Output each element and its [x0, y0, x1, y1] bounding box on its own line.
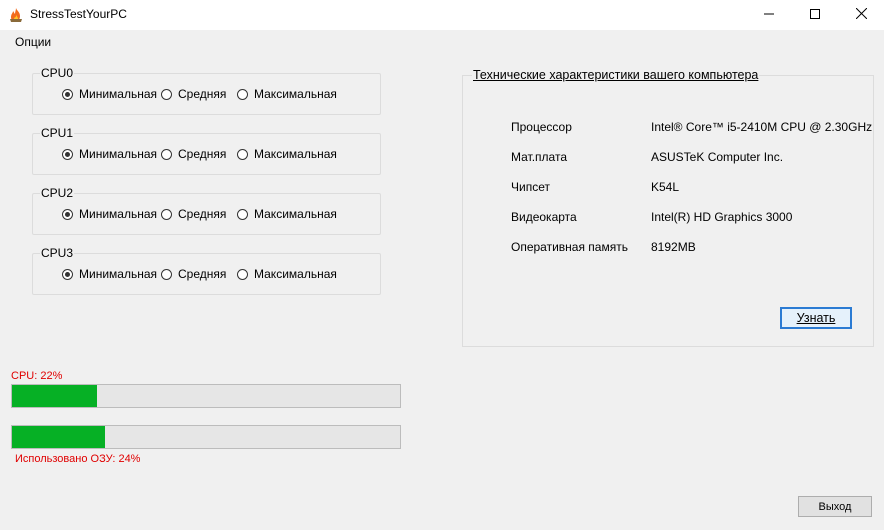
close-button[interactable] — [838, 0, 884, 30]
cpu3-radio-mid[interactable]: Средняя — [161, 267, 226, 281]
cpu3-radio-min[interactable]: Минимальная — [62, 267, 157, 281]
cpu0-group: CPU0 Минимальная Средняя Максимальная — [32, 67, 381, 115]
radio-label: Средняя — [178, 267, 227, 281]
cpu2-radio-max[interactable]: Максимальная — [237, 207, 337, 221]
radio-icon — [161, 148, 172, 160]
cpu-usage-label: CPU: 22% — [11, 370, 63, 382]
exit-button[interactable]: Выход — [798, 496, 872, 517]
radio-icon — [161, 208, 172, 220]
radio-label: Средняя — [178, 87, 227, 101]
flame-icon — [8, 7, 24, 23]
radio-label: Средняя — [178, 147, 227, 161]
specs-panel: Технические характеристики вашего компью… — [462, 68, 874, 347]
cpu0-radio-mid[interactable]: Средняя — [161, 87, 226, 101]
learn-button[interactable]: Узнать — [780, 307, 852, 329]
spec-label-motherboard: Мат.плата — [511, 150, 567, 164]
spec-label-cpu: Процессор — [511, 120, 572, 134]
cpu2-label: CPU2 — [40, 186, 75, 200]
cpu1-radio-max[interactable]: Максимальная — [237, 147, 337, 161]
radio-icon — [237, 148, 248, 160]
window-title: StressTestYourPC — [30, 7, 127, 21]
radio-label: Максимальная — [254, 87, 337, 101]
cpu2-radio-mid[interactable]: Средняя — [161, 207, 226, 221]
spec-value-motherboard: ASUSTeK Computer Inc. — [651, 150, 784, 164]
radio-label: Минимальная — [79, 87, 158, 101]
exit-button-label: Выход — [818, 500, 852, 513]
learn-button-label: Узнать — [796, 311, 836, 325]
cpu0-radio-min[interactable]: Минимальная — [62, 87, 157, 101]
cpu1-radio-mid[interactable]: Средняя — [161, 147, 226, 161]
radio-checked-icon — [62, 88, 73, 100]
spec-label-chipset: Чипсет — [511, 180, 550, 194]
minimize-icon — [764, 8, 774, 22]
radio-checked-icon — [62, 268, 73, 280]
radio-icon — [237, 268, 248, 280]
radio-checked-icon — [62, 208, 73, 220]
radio-label: Максимальная — [254, 207, 337, 221]
radio-icon — [237, 208, 248, 220]
cpu2-radio-min[interactable]: Минимальная — [62, 207, 157, 221]
close-icon — [855, 7, 867, 22]
cpu3-label: CPU3 — [40, 246, 75, 260]
cpu3-group: CPU3 Минимальная Средняя Максимальная — [32, 247, 381, 295]
cpu0-label: CPU0 — [40, 66, 75, 80]
spec-value-cpu: Intel® Core™ i5-2410M CPU @ 2.30GHz — [651, 120, 873, 134]
menu-options[interactable]: Опции — [15, 35, 51, 49]
minimize-button[interactable] — [746, 0, 792, 30]
cpu2-group: CPU2 Минимальная Средняя Максимальная — [32, 187, 381, 235]
ram-progress-fill — [12, 426, 106, 448]
radio-icon — [161, 88, 172, 100]
spec-value-chipset: K54L — [651, 180, 680, 194]
radio-label: Максимальная — [254, 267, 337, 281]
specs-title: Технические характеристики вашего компью… — [472, 68, 760, 82]
ram-progress-bar — [11, 425, 401, 449]
cpu1-group: CPU1 Минимальная Средняя Максимальная — [32, 127, 381, 175]
spec-value-gpu: Intel(R) HD Graphics 3000 — [651, 210, 793, 224]
menu-bar: Опции — [0, 30, 884, 52]
maximize-icon — [810, 8, 820, 22]
radio-label: Минимальная — [79, 147, 158, 161]
cpu0-radio-max[interactable]: Максимальная — [237, 87, 337, 101]
cpu1-radio-min[interactable]: Минимальная — [62, 147, 157, 161]
radio-label: Максимальная — [254, 147, 337, 161]
maximize-button[interactable] — [792, 0, 838, 30]
radio-label: Минимальная — [79, 267, 158, 281]
spec-label-gpu: Видеокарта — [511, 210, 577, 224]
spec-value-ram: 8192MB — [651, 240, 696, 254]
radio-label: Минимальная — [79, 207, 158, 221]
spec-label-ram: Оперативная память — [511, 240, 628, 254]
radio-checked-icon — [62, 148, 73, 160]
radio-icon — [161, 268, 172, 280]
cpu3-radio-max[interactable]: Максимальная — [237, 267, 337, 281]
cpu1-label: CPU1 — [40, 126, 75, 140]
title-bar: StressTestYourPC — [0, 0, 884, 30]
cpu-progress-bar — [11, 384, 401, 408]
ram-usage-label: Использовано ОЗУ: 24% — [15, 453, 141, 465]
radio-icon — [237, 88, 248, 100]
radio-label: Средняя — [178, 207, 227, 221]
cpu-progress-fill — [12, 385, 98, 407]
